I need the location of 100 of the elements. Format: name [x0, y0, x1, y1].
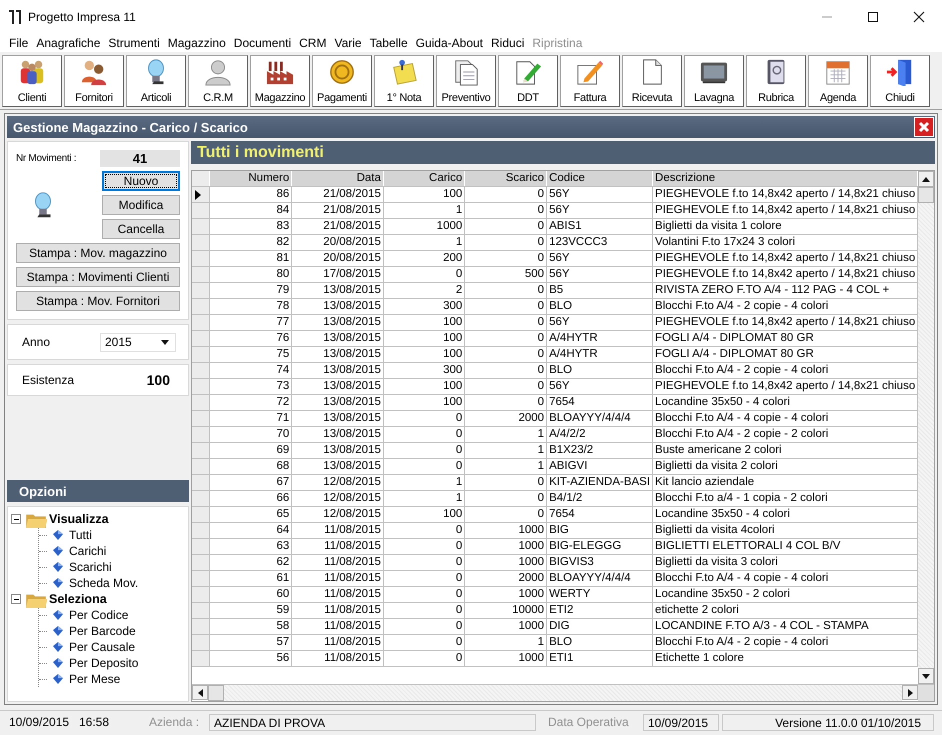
- table-cell: 0: [383, 634, 465, 650]
- expander-icon[interactable]: [11, 594, 21, 604]
- tree-item[interactable]: Per Causale: [69, 640, 136, 654]
- table-cell: B5: [546, 282, 653, 298]
- table-cell: 11/08/2015: [292, 554, 384, 570]
- menu-item[interactable]: Documenti: [230, 36, 296, 50]
- expander-icon[interactable]: [11, 514, 21, 524]
- menu-item[interactable]: Riduci: [488, 36, 530, 50]
- table-cell: 11/08/2015: [292, 538, 384, 554]
- print-button[interactable]: Stampa : Mov. magazzino: [16, 243, 180, 263]
- toolbar-button[interactable]: Pagamenti: [312, 55, 372, 107]
- column-header[interactable]: Descrizione: [652, 171, 918, 186]
- scroll-thumb[interactable]: [918, 187, 934, 203]
- scroll-button[interactable]: [192, 685, 208, 700]
- table-cell: 62: [210, 554, 292, 570]
- table-title: Tutti i movimenti: [197, 144, 324, 162]
- table-cell: 12/08/2015: [292, 474, 384, 490]
- table-cell: ABIS1: [546, 218, 653, 234]
- table-cell: BIGLIETTI ELETTORALI 4 COL B/V: [652, 538, 918, 554]
- table-cell: 0: [383, 554, 465, 570]
- toolbar-button[interactable]: 1° Nota: [374, 55, 434, 107]
- menu-item[interactable]: Strumenti: [105, 36, 165, 50]
- toolbar-button[interactable]: Fattura: [560, 55, 620, 107]
- column-header[interactable]: Data: [292, 171, 384, 186]
- toolbar-button[interactable]: Fornitori: [64, 55, 124, 107]
- column-header[interactable]: Codice: [546, 171, 653, 186]
- table-cell: 11/08/2015: [292, 586, 384, 602]
- tree-item[interactable]: Carichi: [69, 544, 106, 558]
- close-button[interactable]: [914, 117, 934, 137]
- toolbar-button[interactable]: DDT: [498, 55, 558, 107]
- toolbar-button[interactable]: Rubrica: [746, 55, 806, 107]
- tree-item[interactable]: Seleziona: [49, 592, 107, 606]
- table-cell: 0: [464, 490, 547, 506]
- table-cell: 13/08/2015: [292, 362, 384, 378]
- menu-item[interactable]: CRM: [296, 36, 332, 50]
- table-cell: Blocchi F.to A/4 - 4 copie - 4 colori: [652, 570, 918, 586]
- toolbar-button[interactable]: C.R.M: [188, 55, 248, 107]
- table-cell: 60: [210, 586, 292, 602]
- tree-item[interactable]: Visualizza: [49, 512, 109, 526]
- stock-value: 100: [146, 372, 170, 388]
- table-cell: ABIGVI: [546, 458, 653, 474]
- scroll-thumb[interactable]: [208, 685, 224, 701]
- menu-item[interactable]: Varie: [331, 36, 367, 50]
- action-button[interactable]: Modifica: [102, 195, 180, 215]
- table-cell: Blocchi F.to A/4 - 4 copie - 4 colori: [652, 410, 918, 426]
- action-button[interactable]: Cancella: [102, 219, 180, 239]
- toolbar-button[interactable]: Articoli: [126, 55, 186, 107]
- menu-item[interactable]: Anagrafiche: [33, 36, 106, 50]
- table-cell: B1X23/2: [546, 442, 653, 458]
- tree-item[interactable]: Per Codice: [69, 608, 128, 622]
- print-button[interactable]: Stampa : Mov. Fornitori: [16, 291, 180, 311]
- table-cell: 77: [210, 314, 292, 330]
- action-button[interactable]: Nuovo: [102, 171, 180, 191]
- scroll-button[interactable]: [918, 668, 934, 684]
- table-cell: ETI1: [546, 650, 653, 666]
- tree-item[interactable]: Scarichi: [69, 560, 112, 574]
- table-cell: 56: [210, 650, 292, 666]
- tree-item[interactable]: Scheda Mov.: [69, 576, 138, 590]
- scroll-button[interactable]: [918, 171, 934, 187]
- year-dropdown[interactable]: 2015: [100, 332, 176, 352]
- tree-item[interactable]: Per Barcode: [69, 624, 136, 638]
- menu-item[interactable]: File: [6, 36, 34, 50]
- table-cell: 0: [464, 474, 547, 490]
- toolbar-button[interactable]: Lavagna: [684, 55, 744, 107]
- table-cell: 1: [383, 202, 465, 218]
- column-header[interactable]: Scarico: [464, 171, 547, 186]
- diamond-icon: [53, 530, 63, 540]
- table-cell: PIEGHEVOLE f.to 14,8x42 aperto / 14,8x21 chiuso: [652, 378, 918, 394]
- tree-item[interactable]: Per Deposito: [69, 656, 138, 670]
- table-cell: 0: [383, 410, 465, 426]
- toolbar-button[interactable]: Ricevuta: [622, 55, 682, 107]
- column-header[interactable]: Numero: [210, 171, 292, 186]
- tree-item[interactable]: Tutti: [69, 528, 92, 542]
- table-cell: 13/08/2015: [292, 314, 384, 330]
- table-cell: 68: [210, 458, 292, 474]
- menu-item[interactable]: Magazzino: [164, 36, 231, 50]
- table-cell: 13/08/2015: [292, 426, 384, 442]
- tree-item[interactable]: Per Mese: [69, 672, 120, 686]
- toolbar-button[interactable]: Magazzino: [250, 55, 310, 107]
- print-button[interactable]: Stampa : Movimenti Clienti: [16, 267, 180, 287]
- table-cell: 100: [383, 314, 465, 330]
- menu-item[interactable]: Guida-About: [412, 36, 488, 50]
- row-indicator[interactable]: [192, 186, 210, 202]
- table-cell: 13/08/2015: [292, 330, 384, 346]
- toolbar-button[interactable]: Agenda: [808, 55, 868, 107]
- scroll-button[interactable]: [902, 685, 918, 700]
- table-cell: BIG: [546, 522, 653, 538]
- toolbar-button[interactable]: Chiudi: [870, 55, 930, 107]
- table-cell: 74: [210, 362, 292, 378]
- up-arrow-icon: [922, 176, 930, 182]
- table-cell: 56Y: [546, 186, 653, 202]
- table-cell: 59: [210, 602, 292, 618]
- toolbar-button[interactable]: Preventivo: [436, 55, 496, 107]
- diamond-icon: [53, 578, 63, 588]
- table-cell: 11/08/2015: [292, 618, 384, 634]
- column-header[interactable]: Carico: [383, 171, 465, 186]
- table-cell: 0: [464, 202, 547, 218]
- toolbar-button[interactable]: Clienti: [2, 55, 62, 107]
- menu-item[interactable]: Tabelle: [366, 36, 413, 50]
- table-cell: 20/08/2015: [292, 234, 384, 250]
